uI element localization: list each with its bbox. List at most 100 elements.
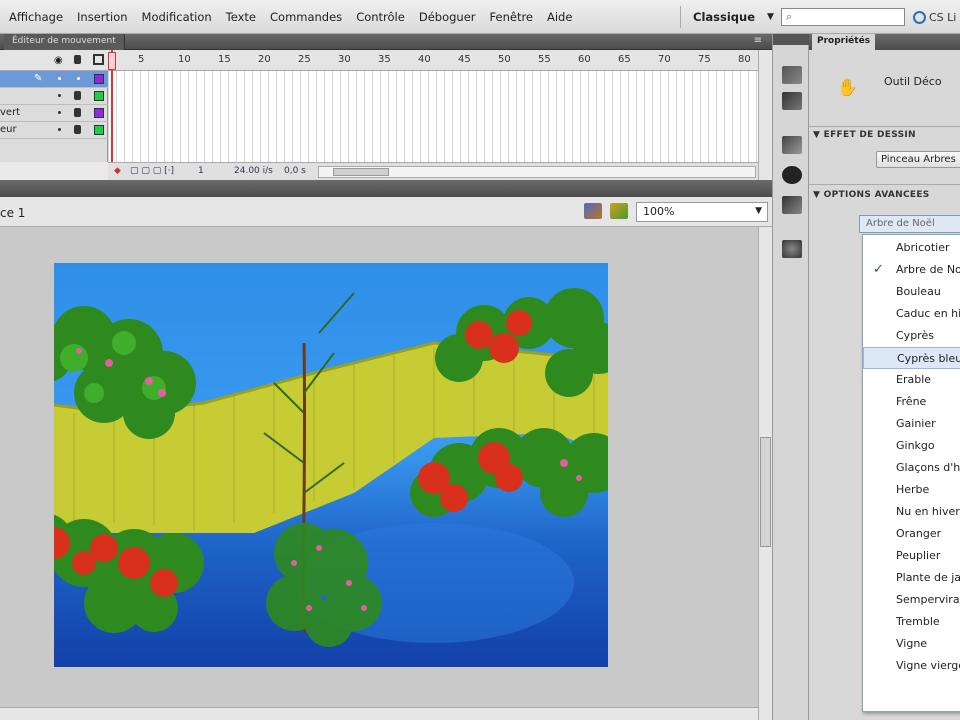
section-advanced-options[interactable]: ▼ OPTIONS AVANCEES (813, 190, 930, 200)
ruler-tick: 40 (418, 54, 431, 65)
timeline-panel: ◉ ✎ vert eur 5 10 15 20 25 30 35 40 45 5… (0, 50, 772, 180)
layer-row[interactable]: vert (0, 105, 108, 122)
menu-modification[interactable]: Modification (142, 10, 212, 24)
edit-symbol-icon[interactable] (610, 203, 628, 219)
outline-icon[interactable] (93, 54, 104, 65)
menu-deboguer[interactable]: Déboguer (419, 10, 476, 24)
tab-properties[interactable]: Propriétés (812, 34, 876, 50)
workspace-switcher[interactable]: Classique ▼ (680, 6, 774, 28)
layer-color-swatch[interactable] (94, 125, 104, 135)
dropdown-item[interactable]: Nu en hiver (863, 501, 960, 523)
dropdown-item[interactable]: Frêne (863, 391, 960, 413)
menu-affichage[interactable]: Affichage (9, 10, 63, 24)
scene-label[interactable]: ce 1 (0, 206, 25, 220)
ruler-tick: 10 (178, 54, 191, 65)
ruler-tick: 15 (218, 54, 231, 65)
visibility-dot[interactable] (58, 77, 61, 80)
dropdown-item[interactable]: Ginkgo (863, 435, 960, 457)
layer-color-swatch[interactable] (94, 74, 104, 84)
ruler-tick: 20 (258, 54, 271, 65)
lock-icon[interactable] (74, 91, 81, 100)
lock-icon[interactable] (74, 55, 81, 64)
dropdown-item[interactable]: Gainier (863, 413, 960, 435)
layer-row[interactable]: eur (0, 122, 108, 139)
visibility-dot[interactable] (58, 94, 61, 97)
dropdown-item[interactable]: Oranger (863, 523, 960, 545)
brush-type-button[interactable]: Pinceau Arbres (876, 151, 960, 168)
dropdown-item[interactable]: Sempervirant (863, 589, 960, 611)
dropdown-item[interactable]: Glaçons d'hiver (863, 457, 960, 479)
lock-dot[interactable] (77, 77, 80, 80)
visibility-dot[interactable] (58, 111, 61, 114)
dropdown-item[interactable]: Bouleau (863, 281, 960, 303)
layer-color-swatch[interactable] (94, 91, 104, 101)
tab-motion-editor[interactable]: Éditeur de mouvement (4, 34, 125, 50)
eye-icon[interactable]: ◉ (54, 55, 63, 66)
transform-icon[interactable] (782, 196, 802, 214)
section-drawing-effect[interactable]: ▼ EFFET DE DESSIN (813, 130, 916, 140)
components-icon[interactable] (782, 240, 802, 258)
menu-fenetre[interactable]: Fenêtre (490, 10, 533, 24)
menu-aide[interactable]: Aide (547, 10, 572, 24)
lock-icon[interactable] (74, 108, 81, 117)
info-icon[interactable] (782, 166, 802, 184)
dropdown-item-highlighted[interactable]: Cyprès bleu (863, 347, 960, 369)
zoom-select[interactable]: 100% ▼ (636, 202, 768, 222)
dropdown-item[interactable]: Plante de jardin (863, 567, 960, 589)
dropdown-item-label: Arbre de Noël (896, 263, 960, 276)
dropdown-item[interactable]: Vigne vierge (863, 655, 960, 677)
properties-header: Propriétés (809, 34, 960, 50)
visibility-dot[interactable] (58, 128, 61, 131)
scroll-thumb[interactable] (333, 168, 389, 176)
search-icon: ⌕ (786, 10, 793, 23)
scroll-thumb[interactable] (760, 437, 771, 547)
ruler-tick: 45 (458, 54, 471, 65)
menu-texte[interactable]: Texte (226, 10, 256, 24)
cs-live-button[interactable]: CS Li (913, 8, 956, 26)
stage-vscroll[interactable] (758, 227, 772, 720)
layer-row[interactable] (0, 88, 108, 105)
edit-scene-icon[interactable] (584, 203, 602, 219)
frame-rate: 24.00 i/s (234, 166, 273, 176)
stage-canvas[interactable] (14, 263, 635, 667)
dropdown-item[interactable]: Herbe (863, 479, 960, 501)
dropdown-item[interactable]: ✓ Arbre de Noël (863, 259, 960, 281)
onion-skin-icon[interactable]: ◆ (114, 166, 121, 176)
timeline-vscroll[interactable] (758, 50, 772, 180)
panel-divider[interactable] (0, 180, 772, 197)
align-icon[interactable] (782, 136, 802, 154)
menu-commandes[interactable]: Commandes (270, 10, 342, 24)
timeline-hscroll[interactable] (318, 166, 756, 178)
current-frame: 1 (198, 166, 204, 176)
pasteboard[interactable] (0, 227, 758, 707)
stage-hscroll[interactable] (0, 707, 758, 720)
dropdown-item[interactable]: Peuplier (863, 545, 960, 567)
layer-row[interactable]: ✎ (0, 71, 108, 88)
ruler-tick: 50 (498, 54, 511, 65)
lock-icon[interactable] (74, 125, 81, 134)
color-panel-icon[interactable] (782, 66, 802, 84)
frame-grid[interactable]: 5 10 15 20 25 30 35 40 45 50 55 60 65 70… (108, 50, 758, 162)
dropdown-item[interactable]: Cyprès (863, 325, 960, 347)
swatches-icon[interactable] (782, 92, 802, 110)
chevron-down-icon: ▼ (755, 206, 762, 216)
playhead-handle[interactable] (108, 52, 116, 70)
dropdown-item[interactable]: Caduc en hiver (863, 303, 960, 325)
properties-panel: Propriétés ✋ Outil Déco ▼ EFFET DE DESSI… (809, 34, 960, 720)
panel-menu-icon[interactable]: ≡ (754, 35, 762, 46)
dropdown-item[interactable]: Tremble (863, 611, 960, 633)
dropdown-item[interactable]: Vigne (863, 633, 960, 655)
dropdown-item[interactable]: Erable (863, 369, 960, 391)
ruler-tick: 5 (138, 54, 145, 65)
layer-color-swatch[interactable] (94, 108, 104, 118)
menu-insertion[interactable]: Insertion (77, 10, 128, 24)
frame-cells[interactable] (108, 71, 758, 162)
frame-ruler[interactable]: 5 10 15 20 25 30 35 40 45 50 55 60 65 70… (108, 50, 758, 71)
edit-frames-icon[interactable]: ▢ ▢ ▢ [·] (130, 166, 174, 176)
search-input[interactable]: ⌕ (781, 8, 905, 26)
menu-controle[interactable]: Contrôle (356, 10, 405, 24)
layer-name: eur (0, 124, 17, 135)
collapse-bar[interactable] (773, 34, 810, 45)
tree-type-select[interactable]: Arbre de Noël (859, 215, 960, 233)
dropdown-item[interactable]: Abricotier (863, 237, 960, 259)
